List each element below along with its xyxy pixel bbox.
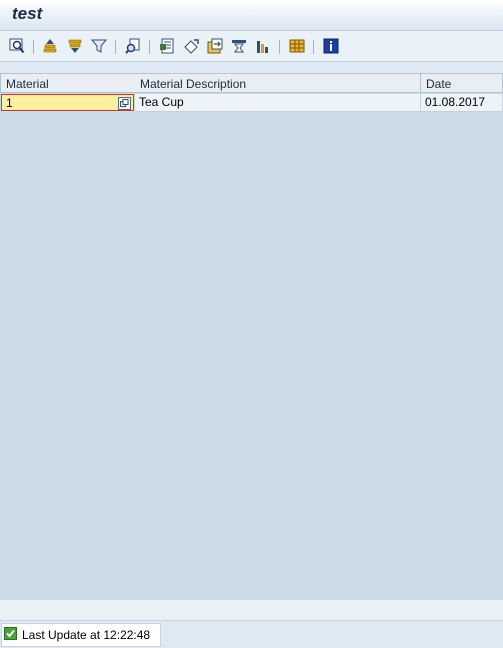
export-icon[interactable] (158, 37, 176, 55)
column-header-date[interactable]: Date (421, 74, 503, 93)
description-value: Tea Cup (139, 95, 184, 109)
toolbar-separator (279, 40, 280, 54)
success-check-icon (4, 627, 17, 640)
title-bar: test (0, 0, 503, 31)
material-value: 1 (6, 96, 13, 110)
window-title: test (12, 4, 43, 23)
material-input[interactable]: 1 (1, 94, 134, 111)
column-header-label: Material (6, 77, 49, 91)
column-header-label: Date (426, 77, 452, 91)
date-value: 01.08.2017 (425, 95, 486, 109)
layout-icon[interactable] (288, 37, 306, 55)
toolbar-separator (115, 40, 116, 54)
value-help-icon[interactable] (118, 97, 131, 110)
info-icon[interactable] (322, 37, 340, 55)
status-message[interactable]: Last Update at 12:22:48 (1, 623, 161, 647)
sort-ascending-icon[interactable] (41, 37, 59, 55)
graphic-icon[interactable] (254, 37, 272, 55)
alv-toolbar (0, 31, 503, 62)
date-cell[interactable]: 01.08.2017 (421, 94, 503, 112)
toolbar-separator (313, 40, 314, 54)
description-cell[interactable]: Tea Cup (135, 94, 421, 112)
filter-icon[interactable] (90, 37, 108, 55)
column-header-label: Material Description (140, 77, 247, 91)
status-bar-separator (0, 600, 503, 621)
column-header-material[interactable]: Material (0, 74, 136, 93)
abc-analysis-icon[interactable] (230, 37, 248, 55)
status-text: Last Update at 12:22:48 (22, 628, 151, 642)
local-file-icon[interactable] (206, 37, 224, 55)
toolbar-separator (33, 40, 34, 54)
details-icon[interactable] (8, 37, 26, 55)
alv-grid: Material Material Description Date 1 Tea… (0, 73, 503, 601)
mail-recipient-icon[interactable] (182, 37, 200, 55)
column-header-material-description[interactable]: Material Description (135, 74, 421, 93)
find-icon[interactable] (124, 37, 142, 55)
sort-descending-icon[interactable] (66, 37, 84, 55)
toolbar-separator (149, 40, 150, 54)
